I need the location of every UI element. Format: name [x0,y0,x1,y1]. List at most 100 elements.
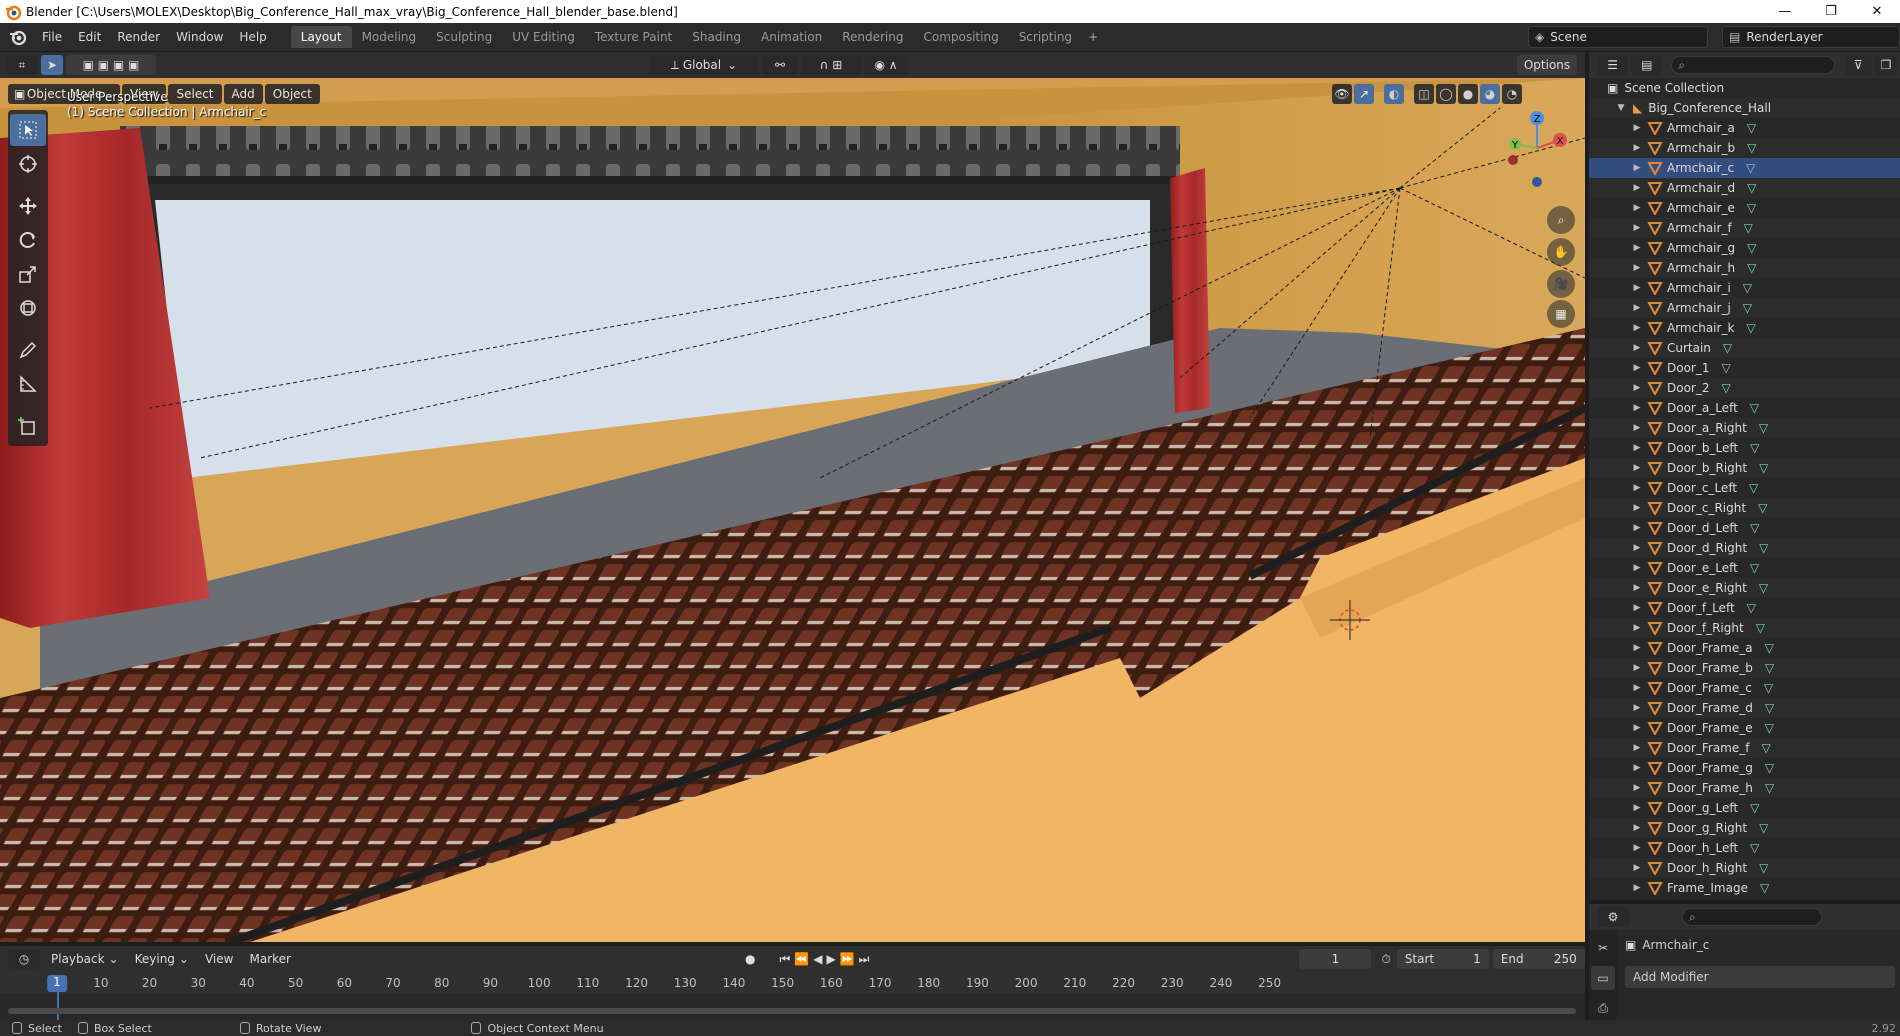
expand-right-icon[interactable]: ▶ [1631,723,1643,733]
mesh-data-icon[interactable]: ▽ [1759,461,1768,475]
outliner-item[interactable]: ▶ Curtain ▽ [1589,338,1900,358]
outliner-item[interactable]: ▶ Frame_Image ▽ [1589,878,1900,898]
end-frame-field[interactable]: End 250 [1492,949,1585,969]
outliner-item[interactable]: ▶ Door_Frame_d ▽ [1589,698,1900,718]
expand-right-icon[interactable]: ▶ [1631,543,1643,553]
maximize-button[interactable]: ❐ [1808,0,1854,23]
render-properties-tab[interactable]: ▭ [1591,966,1615,990]
outliner-item[interactable]: ▶ Door_c_Right ▽ [1589,498,1900,518]
menu-file[interactable]: File [34,26,70,48]
menu-keying[interactable]: Keying ⌄ [127,949,197,969]
select-mode-button[interactable]: ➤ [41,55,63,75]
outliner-item[interactable]: ▶ Door_e_Right ▽ [1589,578,1900,598]
mesh-data-icon[interactable]: ▽ [1747,261,1756,275]
tab-animation[interactable]: Animation [751,26,832,48]
outliner-item[interactable]: ▶ Armchair_j ▽ [1589,298,1900,318]
expand-right-icon[interactable]: ▶ [1631,603,1643,613]
editor-type-button[interactable]: ⌗ [6,55,38,75]
close-button[interactable]: ✕ [1854,0,1900,23]
outliner-item[interactable]: ▶ Door_Frame_f ▽ [1589,738,1900,758]
outliner-item[interactable]: ▶ Armchair_i ▽ [1589,278,1900,298]
mesh-data-icon[interactable]: ▽ [1747,121,1756,135]
expand-right-icon[interactable]: ▶ [1631,263,1643,273]
overlay-toggle-icon[interactable]: ◐ [1384,84,1404,104]
menu-playback[interactable]: Playback ⌄ [43,949,127,969]
mesh-data-icon[interactable]: ▽ [1747,201,1756,215]
add-workspace-button[interactable]: + [1082,26,1104,48]
record-icon[interactable]: ● [745,952,755,966]
outliner-item[interactable]: ▶ Armchair_e ▽ [1589,198,1900,218]
menu-render[interactable]: Render [109,26,168,48]
pan-view-button[interactable]: ✋ [1547,238,1575,266]
outliner-item[interactable]: ▶ Armchair_g ▽ [1589,238,1900,258]
rendered-shading-icon[interactable]: ◔ [1502,84,1522,104]
camera-view-button[interactable]: 🎥 [1547,270,1575,298]
timeline-editor-type[interactable]: ◷ [8,949,40,969]
mesh-data-icon[interactable]: ▽ [1759,581,1768,595]
expand-right-icon[interactable]: ▶ [1631,443,1643,453]
select-box-modes[interactable]: ▣ ▣ ▣ ▣ [66,55,156,75]
expand-right-icon[interactable]: ▶ [1631,823,1643,833]
mesh-data-icon[interactable]: ▽ [1750,441,1759,455]
mesh-data-icon[interactable]: ▽ [1765,721,1774,735]
mesh-data-icon[interactable]: ▽ [1746,161,1755,175]
outliner-item[interactable]: ▶ Door_Frame_b ▽ [1589,658,1900,678]
mesh-data-icon[interactable]: ▽ [1750,521,1759,535]
expand-right-icon[interactable]: ▶ [1631,123,1643,133]
outliner-item[interactable]: ▶ Door_Frame_a ▽ [1589,638,1900,658]
expand-right-icon[interactable]: ▶ [1631,243,1643,253]
outliner-item[interactable]: ▶ Door_Frame_h ▽ [1589,778,1900,798]
output-properties-tab[interactable]: ⎙ [1591,996,1615,1020]
material-shading-icon[interactable]: ◕ [1480,84,1500,104]
menu-add[interactable]: Add [223,84,263,104]
add-modifier-button[interactable]: Add Modifier [1625,966,1895,988]
scene-collection-row[interactable]: ▣ Scene Collection [1589,78,1900,98]
add-cube-tool[interactable] [10,410,46,442]
tab-modeling[interactable]: Modeling [352,26,427,48]
outliner-item[interactable]: ▶ Door_h_Left ▽ [1589,838,1900,858]
menu-window[interactable]: Window [168,26,231,48]
expand-right-icon[interactable]: ▶ [1631,503,1643,513]
playhead[interactable] [57,992,59,1020]
mesh-data-icon[interactable]: ▽ [1765,641,1774,655]
tab-compositing[interactable]: Compositing [913,26,1008,48]
mesh-data-icon[interactable]: ▽ [1746,321,1755,335]
menu-help[interactable]: Help [231,26,274,48]
tab-sculpting[interactable]: Sculpting [426,26,502,48]
frame-ruler[interactable]: 1 10 20 30 40 50 60 70 80 90 100 110 120 130 140 150 16… [0,972,1585,994]
expand-right-icon[interactable]: ▶ [1631,223,1643,233]
mesh-data-icon[interactable]: ▽ [1760,881,1769,895]
mesh-data-icon[interactable]: ▽ [1758,501,1767,515]
tab-rendering[interactable]: Rendering [832,26,913,48]
tab-shading[interactable]: Shading [682,26,751,48]
outliner-item[interactable]: ▶ Door_b_Right ▽ [1589,458,1900,478]
outliner-item[interactable]: ▶ Door_d_Right ▽ [1589,538,1900,558]
outliner-item[interactable]: ▶ Door_Frame_g ▽ [1589,758,1900,778]
mesh-data-icon[interactable]: ▽ [1761,741,1770,755]
view-layer-selector[interactable]: ▤ RenderLayer [1722,26,1900,48]
zoom-view-button[interactable]: ⌕ [1547,206,1575,234]
expand-right-icon[interactable]: ▶ [1631,583,1643,593]
mesh-data-icon[interactable]: ▽ [1723,341,1732,355]
outliner-item[interactable]: ▶ Armchair_a ▽ [1589,118,1900,138]
display-mode-dropdown[interactable]: ▤ [1631,55,1663,75]
mesh-data-icon[interactable]: ▽ [1747,141,1756,155]
properties-editor-type[interactable]: ⚙ [1597,907,1629,927]
mesh-data-icon[interactable]: ▽ [1743,301,1752,315]
menu-edit[interactable]: Edit [70,26,109,48]
outliner-item[interactable]: ▶ Door_d_Left ▽ [1589,518,1900,538]
expand-right-icon[interactable]: ▶ [1631,863,1643,873]
3d-viewport[interactable]: Z X Y ▣ Object Mode ⌄ View Select Add Ob… [0,78,1585,942]
expand-right-icon[interactable]: ▶ [1631,843,1643,853]
transform-orientation-dropdown[interactable]: ⟂ Global ⌄ [649,55,759,75]
expand-right-icon[interactable]: ▶ [1631,623,1643,633]
tool-properties-tab[interactable]: ✂ [1591,936,1615,960]
mesh-data-icon[interactable]: ▽ [1743,281,1752,295]
expand-right-icon[interactable]: ▶ [1631,323,1643,333]
expand-right-icon[interactable]: ▶ [1631,643,1643,653]
solid-shading-icon[interactable]: ● [1458,84,1478,104]
expand-right-icon[interactable]: ▶ [1631,303,1643,313]
expand-right-icon[interactable]: ▶ [1631,203,1643,213]
expand-right-icon[interactable]: ▶ [1631,463,1643,473]
outliner-item[interactable]: ▶ Door_g_Right ▽ [1589,818,1900,838]
